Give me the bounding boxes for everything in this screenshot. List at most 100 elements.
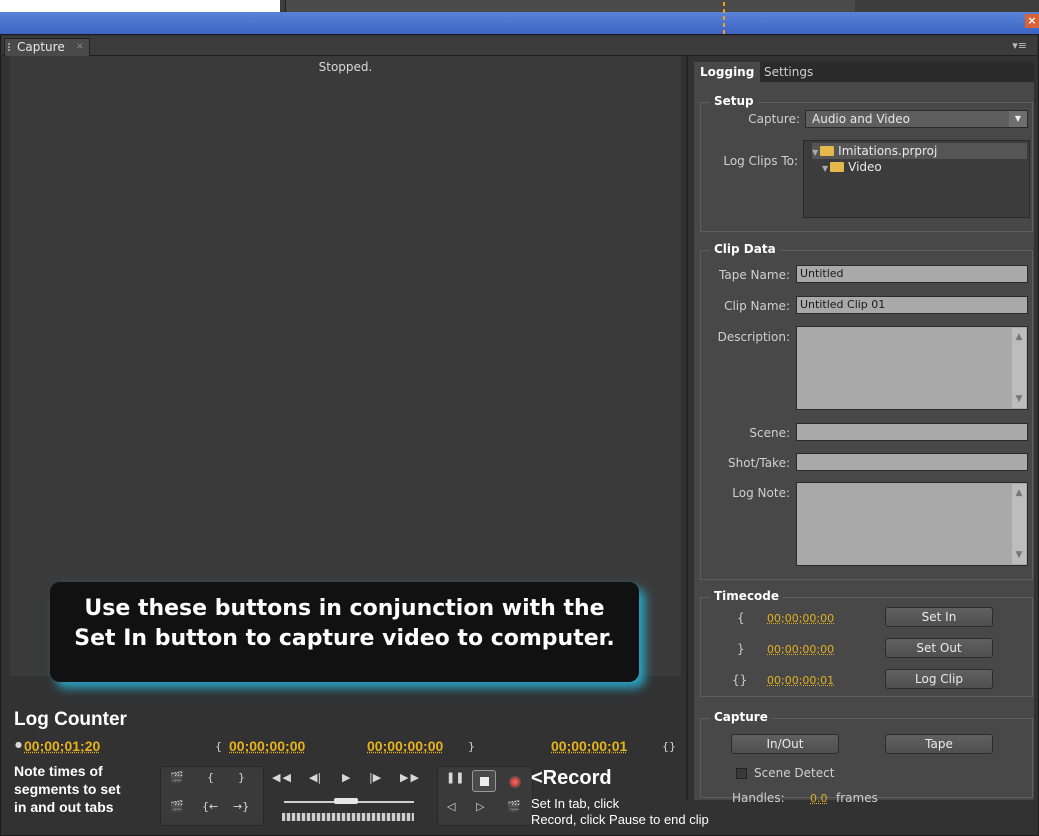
expand-icon: ▼ (812, 148, 819, 157)
tape-name-label: Tape Name: (719, 268, 790, 282)
description-label: Description: (717, 330, 790, 344)
handles-label: Handles: (732, 791, 785, 805)
scene-search-icon[interactable]: 🎬 (507, 800, 521, 813)
record-note: Set In tab, click Record, click Pause to … (531, 796, 709, 828)
close-tab-icon[interactable]: × (76, 39, 84, 55)
counter-marker-icon: ● (15, 740, 22, 749)
tree-item-project[interactable]: ▼ Imitations.prproj (812, 143, 1027, 159)
log-note-label: Log Note: (732, 486, 790, 500)
record-button[interactable] (509, 776, 521, 788)
log-clip-button[interactable]: Log Clip (885, 669, 993, 689)
description-field[interactable]: ▲ ▼ (796, 326, 1028, 410)
scrollbar[interactable]: ▲ ▼ (1012, 328, 1026, 408)
clip-name-label: Clip Name: (724, 299, 790, 313)
note-line-1: Note times of (14, 763, 103, 779)
scroll-down-icon[interactable]: ▼ (1012, 548, 1026, 562)
frames-label: frames (836, 791, 878, 805)
set-out-clapper-icon[interactable]: 🎬 (170, 800, 184, 813)
go-to-out-icon[interactable]: →} (233, 800, 249, 813)
window-title-bar (0, 12, 1039, 34)
set-out-button[interactable]: Set Out (885, 638, 993, 658)
tree-item-video[interactable]: ▼ Video (822, 159, 882, 175)
scene-detect-checkbox[interactable] (736, 768, 747, 779)
tab-capture[interactable]: Capture × (4, 38, 90, 56)
record-note-line-2: Record, click Pause to end clip (531, 812, 709, 827)
note-annotation: Note times of segments to set in and out t… (14, 762, 121, 816)
panel-menu-icon[interactable]: ▾≡ (1012, 39, 1027, 52)
set-in-icon[interactable]: { (207, 771, 214, 784)
log-note-field[interactable]: ▲ ▼ (796, 482, 1028, 566)
capture-in-out-button[interactable]: In/Out (731, 734, 839, 754)
capture-select[interactable]: Audio and Video ▼ (805, 110, 1028, 128)
in-timecode[interactable]: 00;00;00;00 (767, 612, 834, 625)
stop-icon (480, 777, 489, 786)
folder-icon (820, 146, 835, 156)
shot-take-field[interactable] (796, 453, 1028, 471)
set-in-clapper-icon[interactable]: 🎬 (170, 771, 184, 784)
scroll-up-icon[interactable]: ▲ (1012, 330, 1026, 344)
go-to-in-icon[interactable]: {← (202, 800, 218, 813)
next-scene-icon[interactable]: ▷ (476, 800, 484, 813)
folder-icon (830, 162, 845, 172)
record-note-line-1: Set In tab, click (531, 796, 620, 811)
background-windows (0, 0, 1039, 12)
clip-data-title: Clip Data (710, 242, 780, 256)
scene-detect-label: Scene Detect (754, 766, 835, 780)
tree-item-project-label: Imitations.prproj (838, 144, 938, 158)
duration-timecode[interactable]: 00;00;00;01 (767, 674, 834, 687)
out-timecode[interactable]: 00;00;00;00 (767, 643, 834, 656)
step-back-icon[interactable]: ◀| (309, 771, 321, 784)
play-icon[interactable]: ▶ (342, 771, 350, 784)
jog-control[interactable] (282, 813, 414, 821)
panel-divider[interactable] (686, 56, 688, 800)
scroll-up-icon[interactable]: ▲ (1012, 486, 1026, 500)
chevron-down-icon: ▼ (1009, 111, 1027, 127)
stop-button[interactable] (472, 770, 496, 792)
setup-title: Setup (710, 94, 758, 108)
tape-name-field[interactable]: Untitled (796, 265, 1028, 283)
handles-value[interactable]: 0.0 (810, 792, 828, 805)
set-in-button[interactable]: Set In (885, 607, 993, 627)
in-point-icon: { (737, 611, 745, 625)
logging-tab-bar: Logging Settings (694, 62, 1034, 82)
record-annotation: <Record (531, 767, 612, 789)
close-window-icon[interactable]: × (1025, 14, 1039, 28)
current-time-counter[interactable]: 00;00;01;20 (24, 738, 100, 754)
scrollbar[interactable]: ▲ ▼ (1012, 484, 1026, 564)
shuttle-slider[interactable] (334, 798, 358, 804)
background-window-right (285, 0, 855, 12)
tab-capture-label: Capture (17, 40, 65, 54)
in-point-icon: { (215, 740, 222, 753)
background-window-left (0, 0, 280, 12)
panel-tab-bar: Capture × ▾≡ (2, 36, 1037, 56)
instruction-callout: Use these buttons in conjunction with th… (50, 582, 639, 682)
tab-settings[interactable]: Settings (758, 62, 819, 82)
step-forward-icon[interactable]: |▶ (369, 771, 381, 784)
fast-forward-icon[interactable]: ▶▶ (400, 771, 421, 784)
log-counter-heading: Log Counter (14, 709, 127, 730)
scene-label: Scene: (749, 426, 790, 440)
tab-logging[interactable]: Logging (694, 62, 761, 82)
pause-icon[interactable]: ❚❚ (446, 771, 464, 784)
capture-tape-button[interactable]: Tape (885, 734, 993, 754)
capture-group-title: Capture (710, 710, 772, 724)
duration-counter[interactable]: 00;00;00;01 (551, 738, 627, 754)
tree-item-video-label: Video (848, 160, 882, 174)
log-clips-label: Log Clips To: (723, 154, 798, 168)
set-out-icon[interactable]: } (238, 771, 245, 784)
previous-scene-icon[interactable]: ◁ (447, 800, 455, 813)
scene-field[interactable] (796, 423, 1028, 441)
capture-group (700, 718, 1033, 798)
capture-label: Capture: (748, 112, 800, 126)
expand-icon: ▼ (822, 164, 829, 173)
scroll-down-icon[interactable]: ▼ (1012, 392, 1026, 406)
out-point-icon: } (737, 642, 745, 656)
rewind-icon[interactable]: ◀◀ (272, 771, 293, 784)
bin-tree[interactable]: ▼ Imitations.prproj ▼ Video (803, 140, 1030, 218)
clip-name-field[interactable]: Untitled Clip 01 (796, 296, 1028, 314)
callout-line-1: Use these buttons in conjunction with th… (84, 596, 605, 621)
out-counter[interactable]: 00;00;00;00 (367, 738, 443, 754)
in-counter[interactable]: 00;00;00;00 (229, 738, 305, 754)
duration-icon: {} (732, 673, 748, 687)
note-line-3: in and out tabs (14, 799, 114, 815)
